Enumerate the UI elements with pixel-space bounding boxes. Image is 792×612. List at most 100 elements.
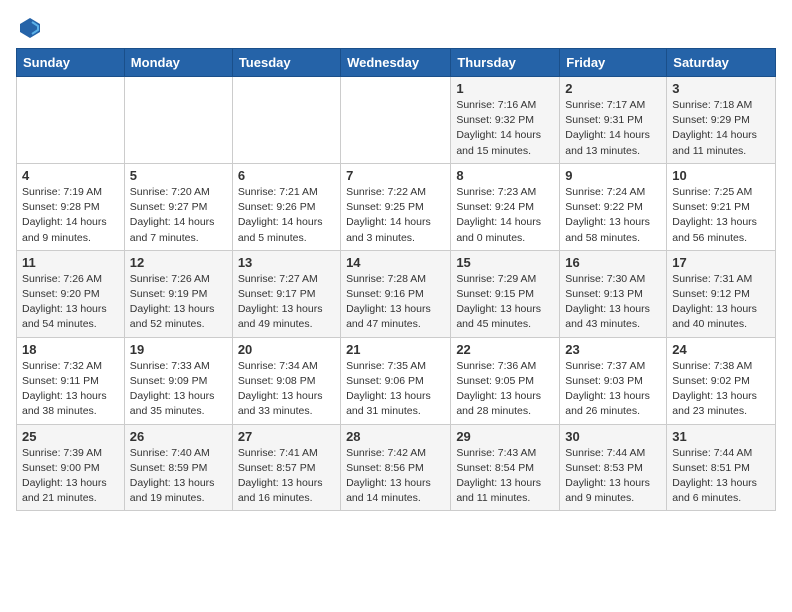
day-info: Sunrise: 7:43 AM Sunset: 8:54 PM Dayligh… [456,446,554,507]
week-row-2: 11 Sunrise: 7:26 AM Sunset: 9:20 PM Dayli… [17,250,776,337]
day-info: Sunrise: 7:39 AM Sunset: 9:00 PM Dayligh… [22,446,119,507]
calendar-cell: 28 Sunrise: 7:42 AM Sunset: 8:56 PM Dayli… [341,424,451,511]
day-number: 12 [130,255,227,270]
day-info: Sunrise: 7:26 AM Sunset: 9:20 PM Dayligh… [22,272,119,333]
day-number: 18 [22,342,119,357]
calendar-cell: 9 Sunrise: 7:24 AM Sunset: 9:22 PM Daylig… [560,163,667,250]
day-info: Sunrise: 7:27 AM Sunset: 9:17 PM Dayligh… [238,272,335,333]
day-info: Sunrise: 7:29 AM Sunset: 9:15 PM Dayligh… [456,272,554,333]
day-number: 22 [456,342,554,357]
calendar-cell: 15 Sunrise: 7:29 AM Sunset: 9:15 PM Dayli… [451,250,560,337]
logo-icon [18,16,42,40]
day-number: 10 [672,168,770,183]
header-row: SundayMondayTuesdayWednesdayThursdayFrid… [17,49,776,77]
day-info: Sunrise: 7:31 AM Sunset: 9:12 PM Dayligh… [672,272,770,333]
day-info: Sunrise: 7:35 AM Sunset: 9:06 PM Dayligh… [346,359,445,420]
header-tuesday: Tuesday [232,49,340,77]
calendar-cell [232,77,340,164]
calendar-cell [124,77,232,164]
calendar-cell: 31 Sunrise: 7:44 AM Sunset: 8:51 PM Dayli… [667,424,776,511]
day-number: 11 [22,255,119,270]
logo [16,16,42,40]
day-number: 4 [22,168,119,183]
calendar-cell [17,77,125,164]
calendar-cell: 27Sunrise: 7:41 AM Sunset: 8:57 PM Dayli… [232,424,340,511]
day-number: 2 [565,81,661,96]
week-row-1: 4 Sunrise: 7:19 AM Sunset: 9:28 PM Daylig… [17,163,776,250]
calendar-cell: 13 Sunrise: 7:27 AM Sunset: 9:17 PM Dayli… [232,250,340,337]
day-info: Sunrise: 7:24 AM Sunset: 9:22 PM Dayligh… [565,185,661,246]
calendar-cell: 17 Sunrise: 7:31 AM Sunset: 9:12 PM Dayli… [667,250,776,337]
day-number: 5 [130,168,227,183]
day-number: 26 [130,429,227,444]
day-number: 8 [456,168,554,183]
day-info: Sunrise: 7:26 AM Sunset: 9:19 PM Dayligh… [130,272,227,333]
day-number: 15 [456,255,554,270]
calendar-cell: 21 Sunrise: 7:35 AM Sunset: 9:06 PM Dayli… [341,337,451,424]
calendar-cell: 20 Sunrise: 7:34 AM Sunset: 9:08 PM Dayli… [232,337,340,424]
header-thursday: Thursday [451,49,560,77]
header-wednesday: Wednesday [341,49,451,77]
day-info: Sunrise: 7:40 AM Sunset: 8:59 PM Dayligh… [130,446,227,507]
calendar-cell: 7 Sunrise: 7:22 AM Sunset: 9:25 PM Daylig… [341,163,451,250]
calendar-cell: 14 Sunrise: 7:28 AM Sunset: 9:16 PM Dayli… [341,250,451,337]
day-info: Sunrise: 7:33 AM Sunset: 9:09 PM Dayligh… [130,359,227,420]
day-number: 28 [346,429,445,444]
day-number: 27 [238,429,335,444]
day-info: Sunrise: 7:32 AM Sunset: 9:11 PM Dayligh… [22,359,119,420]
day-number: 9 [565,168,661,183]
calendar-cell: 24Sunrise: 7:38 AM Sunset: 9:02 PM Dayli… [667,337,776,424]
day-number: 3 [672,81,770,96]
day-number: 1 [456,81,554,96]
calendar-cell: 3 Sunrise: 7:18 AM Sunset: 9:29 PM Daylig… [667,77,776,164]
calendar-table: SundayMondayTuesdayWednesdayThursdayFrid… [16,48,776,511]
day-number: 25 [22,429,119,444]
calendar-cell: 26 Sunrise: 7:40 AM Sunset: 8:59 PM Dayli… [124,424,232,511]
header-sunday: Sunday [17,49,125,77]
day-info: Sunrise: 7:22 AM Sunset: 9:25 PM Dayligh… [346,185,445,246]
day-info: Sunrise: 7:44 AM Sunset: 8:53 PM Dayligh… [565,446,661,507]
day-info: Sunrise: 7:30 AM Sunset: 9:13 PM Dayligh… [565,272,661,333]
day-number: 20 [238,342,335,357]
calendar-cell: 6Sunrise: 7:21 AM Sunset: 9:26 PM Daylig… [232,163,340,250]
day-number: 7 [346,168,445,183]
day-info: Sunrise: 7:28 AM Sunset: 9:16 PM Dayligh… [346,272,445,333]
calendar-cell: 1 Sunrise: 7:16 AM Sunset: 9:32 PM Daylig… [451,77,560,164]
day-number: 19 [130,342,227,357]
calendar-cell: 25 Sunrise: 7:39 AM Sunset: 9:00 PM Dayli… [17,424,125,511]
day-number: 16 [565,255,661,270]
day-number: 31 [672,429,770,444]
week-row-4: 25 Sunrise: 7:39 AM Sunset: 9:00 PM Dayli… [17,424,776,511]
calendar-cell: 23Sunrise: 7:37 AM Sunset: 9:03 PM Dayli… [560,337,667,424]
calendar-cell: 2 Sunrise: 7:17 AM Sunset: 9:31 PM Daylig… [560,77,667,164]
week-row-0: 1 Sunrise: 7:16 AM Sunset: 9:32 PM Daylig… [17,77,776,164]
day-number: 13 [238,255,335,270]
calendar-cell: 16 Sunrise: 7:30 AM Sunset: 9:13 PM Dayli… [560,250,667,337]
day-info: Sunrise: 7:19 AM Sunset: 9:28 PM Dayligh… [22,185,119,246]
calendar-cell: 29 Sunrise: 7:43 AM Sunset: 8:54 PM Dayli… [451,424,560,511]
calendar-body: 1 Sunrise: 7:16 AM Sunset: 9:32 PM Daylig… [17,77,776,511]
calendar-cell: 11 Sunrise: 7:26 AM Sunset: 9:20 PM Dayli… [17,250,125,337]
day-info: Sunrise: 7:16 AM Sunset: 9:32 PM Dayligh… [456,98,554,159]
calendar-cell: 18 Sunrise: 7:32 AM Sunset: 9:11 PM Dayli… [17,337,125,424]
day-info: Sunrise: 7:38 AM Sunset: 9:02 PM Dayligh… [672,359,770,420]
day-info: Sunrise: 7:36 AM Sunset: 9:05 PM Dayligh… [456,359,554,420]
day-number: 23 [565,342,661,357]
day-number: 29 [456,429,554,444]
calendar-cell: 5Sunrise: 7:20 AM Sunset: 9:27 PM Daylig… [124,163,232,250]
header-saturday: Saturday [667,49,776,77]
day-info: Sunrise: 7:18 AM Sunset: 9:29 PM Dayligh… [672,98,770,159]
day-info: Sunrise: 7:44 AM Sunset: 8:51 PM Dayligh… [672,446,770,507]
day-info: Sunrise: 7:42 AM Sunset: 8:56 PM Dayligh… [346,446,445,507]
page-header [16,16,776,40]
day-info: Sunrise: 7:17 AM Sunset: 9:31 PM Dayligh… [565,98,661,159]
day-number: 6 [238,168,335,183]
header-monday: Monday [124,49,232,77]
calendar-cell: 19 Sunrise: 7:33 AM Sunset: 9:09 PM Dayli… [124,337,232,424]
day-number: 21 [346,342,445,357]
calendar-header: SundayMondayTuesdayWednesdayThursdayFrid… [17,49,776,77]
day-info: Sunrise: 7:34 AM Sunset: 9:08 PM Dayligh… [238,359,335,420]
header-friday: Friday [560,49,667,77]
day-number: 14 [346,255,445,270]
day-number: 17 [672,255,770,270]
